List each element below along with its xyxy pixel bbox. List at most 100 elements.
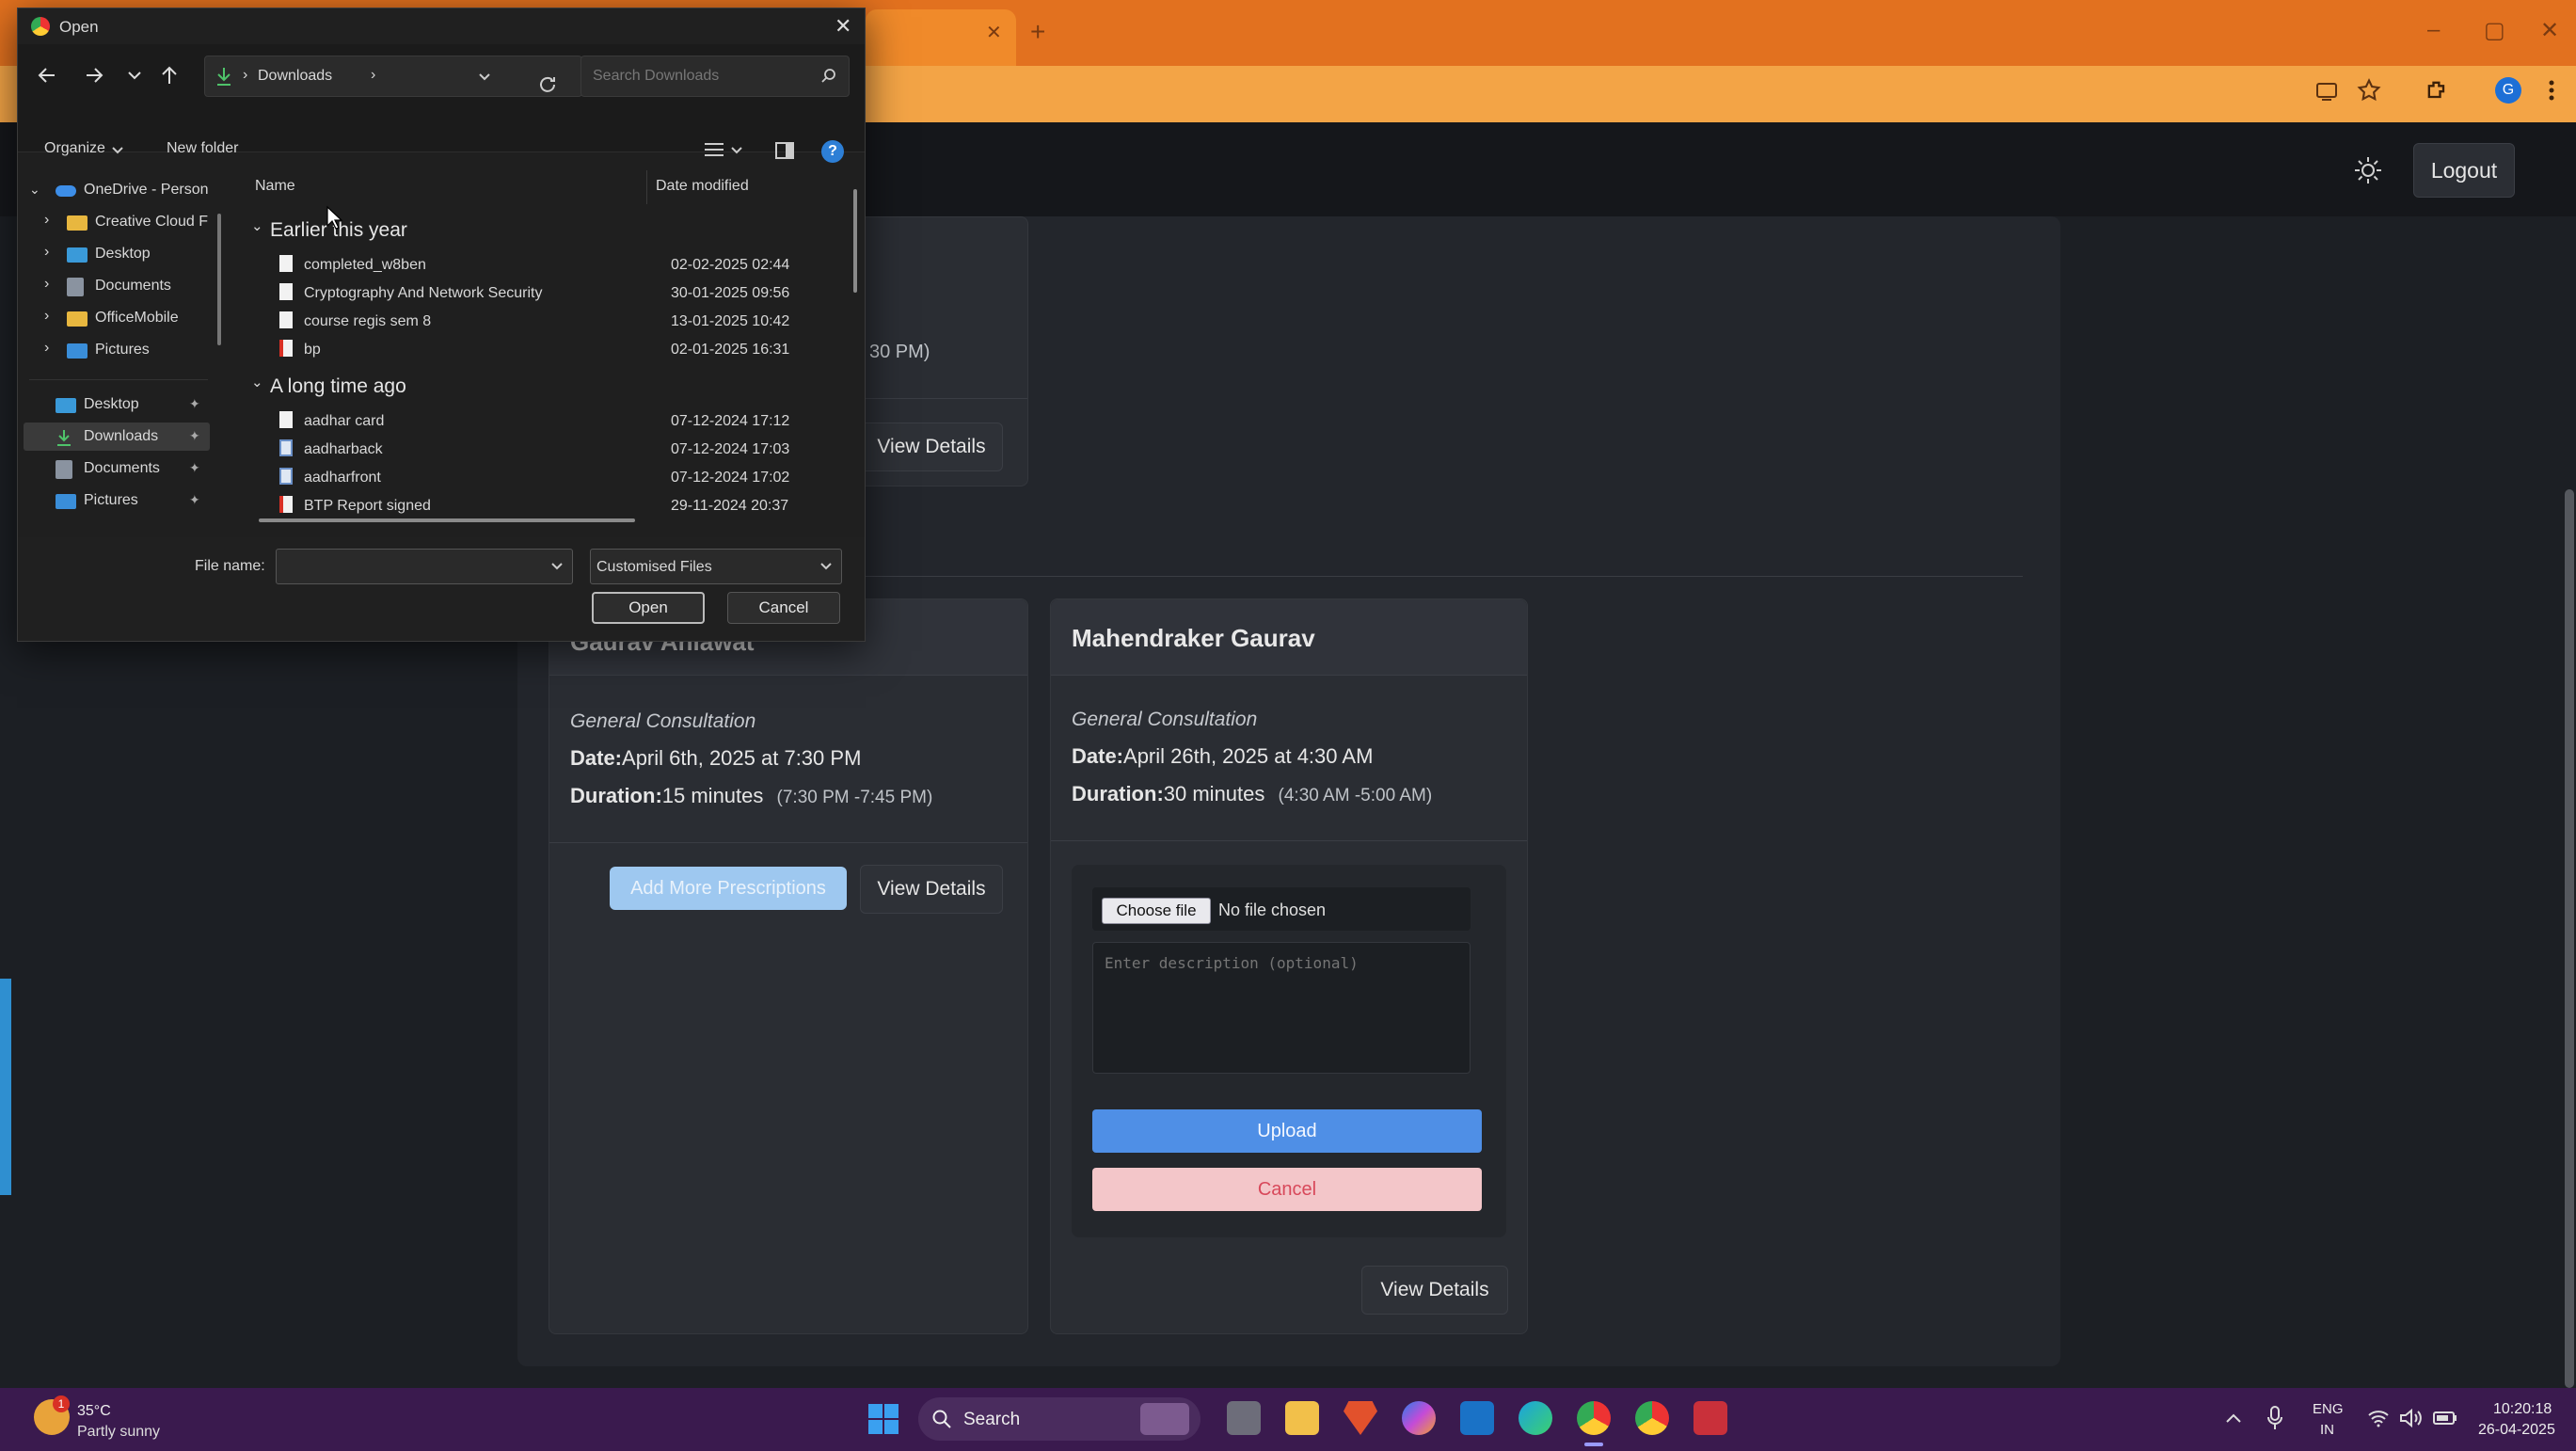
window-close-icon[interactable]: ✕ — [2540, 17, 2559, 44]
task-view-icon[interactable] — [1227, 1401, 1261, 1435]
nav-item-officemobile[interactable]: › OfficeMobile — [18, 304, 217, 332]
file-row[interactable]: completed_w8ben 02-02-2025 02:44 — [240, 251, 823, 278]
battery-icon[interactable] — [2433, 1411, 2457, 1426]
chrome-profile-icon[interactable] — [1635, 1401, 1669, 1435]
quick-access-pictures[interactable]: Pictures ✦ — [18, 486, 210, 515]
upload-button[interactable]: Upload — [1092, 1109, 1482, 1153]
windows-start-icon[interactable] — [867, 1403, 899, 1435]
volume-icon[interactable] — [2399, 1409, 2424, 1427]
group-header[interactable]: ⌄ A long time ago — [240, 370, 823, 402]
view-details-button[interactable]: View Details — [860, 423, 1003, 471]
dialog-cancel-button[interactable]: Cancel — [727, 592, 840, 624]
file-row[interactable]: course regis sem 8 13-01-2025 10:42 — [240, 308, 823, 334]
file-row[interactable]: aadharback 07-12-2024 17:03 — [240, 436, 823, 462]
wifi-icon[interactable] — [2367, 1409, 2390, 1427]
windows-taskbar: 1 35°C Partly sunny Search ENG IN 10:20:… — [0, 1388, 2576, 1451]
chevron-down-icon[interactable] — [127, 69, 142, 82]
file-list-scrollbar[interactable] — [853, 189, 857, 293]
quick-access-downloads[interactable]: Downloads ✦ — [24, 423, 210, 451]
language-top[interactable]: ENG — [2313, 1401, 2344, 1417]
file-row[interactable]: bp 02-01-2025 16:31 — [240, 336, 823, 362]
quick-access-desktop[interactable]: Desktop ✦ — [18, 391, 210, 419]
group-label: A long time ago — [270, 375, 406, 397]
chevron-down-icon[interactable] — [731, 146, 742, 155]
nav-label: Pictures — [84, 492, 138, 508]
forward-arrow-icon[interactable] — [84, 65, 104, 86]
nav-item-onedrive[interactable]: ⌄ OneDrive - Person — [18, 176, 217, 204]
preview-pane-icon[interactable] — [774, 140, 795, 161]
language-bottom[interactable]: IN — [2320, 1422, 2334, 1438]
right-gutter — [2060, 216, 2576, 1388]
tab-close-icon[interactable]: ✕ — [986, 21, 1002, 44]
copilot-icon[interactable] — [1402, 1401, 1436, 1435]
page-scrollbar[interactable] — [2565, 489, 2574, 1388]
brave-browser-icon[interactable] — [1344, 1401, 1377, 1435]
extensions-icon[interactable] — [2424, 77, 2450, 104]
description-textarea[interactable] — [1092, 942, 1471, 1074]
new-folder-button[interactable]: New folder — [167, 140, 238, 157]
documents-icon — [56, 460, 72, 479]
view-options-icon[interactable] — [703, 140, 725, 159]
profile-avatar[interactable]: G — [2495, 77, 2521, 104]
search-icon[interactable] — [820, 68, 837, 85]
outlook-icon[interactable] — [1460, 1401, 1494, 1435]
nav-item-creative-cloud[interactable]: › Creative Cloud F — [18, 208, 217, 236]
choose-file-button[interactable]: Choose file — [1102, 898, 1211, 924]
nav-pane-scrollbar[interactable] — [217, 214, 221, 345]
address-bar[interactable]: › Downloads › — [204, 56, 582, 97]
chevron-down-icon — [820, 563, 832, 570]
organize-button[interactable]: Organize — [44, 140, 105, 157]
pictures-icon — [67, 343, 87, 359]
maximize-icon[interactable]: ▢ — [2484, 17, 2505, 44]
new-tab-icon[interactable]: + — [1030, 17, 1045, 47]
view-details-button[interactable]: View Details — [860, 865, 1003, 914]
file-name-input[interactable] — [276, 549, 573, 584]
logout-button[interactable]: Logout — [2413, 143, 2515, 198]
appointment-duration: Duration:15 minutes (7:30 PM -7:45 PM) — [570, 784, 932, 808]
clock-time[interactable]: 10:20:18 — [2493, 1401, 2552, 1418]
refresh-icon[interactable] — [537, 74, 558, 95]
file-type-select[interactable]: Customised Files — [590, 549, 842, 584]
search-label: Search — [963, 1410, 1021, 1429]
sun-icon[interactable] — [2352, 154, 2384, 186]
column-header-name[interactable]: Name — [255, 178, 295, 195]
up-arrow-icon[interactable] — [159, 65, 180, 86]
file-row[interactable]: aadharfront 07-12-2024 17:02 — [240, 464, 823, 490]
file-explorer-icon[interactable] — [1285, 1401, 1319, 1435]
edge-icon[interactable] — [1519, 1401, 1552, 1435]
chevron-down-icon[interactable] — [478, 72, 491, 83]
browser-tab[interactable]: ✕ — [866, 9, 1016, 66]
nav-item-documents[interactable]: › Documents — [18, 272, 217, 300]
image-file-icon — [279, 468, 293, 485]
star-icon[interactable] — [2356, 77, 2382, 104]
cancel-upload-button[interactable]: Cancel — [1092, 1168, 1482, 1211]
nav-label: Downloads — [84, 428, 159, 444]
clock-date[interactable]: 26-04-2025 — [2478, 1422, 2555, 1439]
browser-menu-icon[interactable] — [2546, 77, 2557, 104]
open-button[interactable]: Open — [592, 592, 705, 624]
nav-item-pictures[interactable]: › Pictures — [18, 336, 217, 364]
file-input[interactable]: Choose file No file chosen — [1092, 887, 1471, 931]
file-row[interactable]: BTP Report signed 29-11-2024 20:37 — [240, 492, 823, 518]
chevron-down-icon[interactable] — [551, 562, 563, 571]
file-row[interactable]: aadhar card 07-12-2024 17:12 — [240, 407, 823, 434]
column-header-date[interactable]: Date modified — [656, 178, 749, 195]
microphone-icon[interactable] — [2267, 1405, 2282, 1431]
nav-item-desktop[interactable]: › Desktop — [18, 240, 217, 268]
search-downloads-input[interactable]: Search Downloads — [580, 56, 850, 97]
file-row[interactable]: Cryptography And Network Security 30-01-… — [240, 279, 823, 306]
help-icon[interactable]: ? — [821, 140, 844, 163]
snipping-tool-icon[interactable] — [1693, 1401, 1727, 1435]
address-path: Downloads — [258, 68, 333, 84]
file-list-hscrollbar[interactable] — [259, 518, 635, 522]
view-details-button[interactable]: View Details — [1361, 1266, 1508, 1315]
back-arrow-icon[interactable] — [37, 65, 57, 86]
chevron-up-icon[interactable] — [2224, 1411, 2243, 1426]
chrome-icon[interactable] — [1577, 1401, 1611, 1435]
quick-access-documents[interactable]: Documents ✦ — [18, 454, 210, 483]
screen-cast-icon[interactable] — [2314, 79, 2339, 104]
add-prescriptions-button[interactable]: Add More Prescriptions — [610, 867, 847, 910]
dialog-close-icon[interactable]: ✕ — [835, 14, 851, 39]
taskbar-search[interactable]: Search — [918, 1397, 1201, 1441]
minimize-icon[interactable]: – — [2427, 17, 2440, 43]
